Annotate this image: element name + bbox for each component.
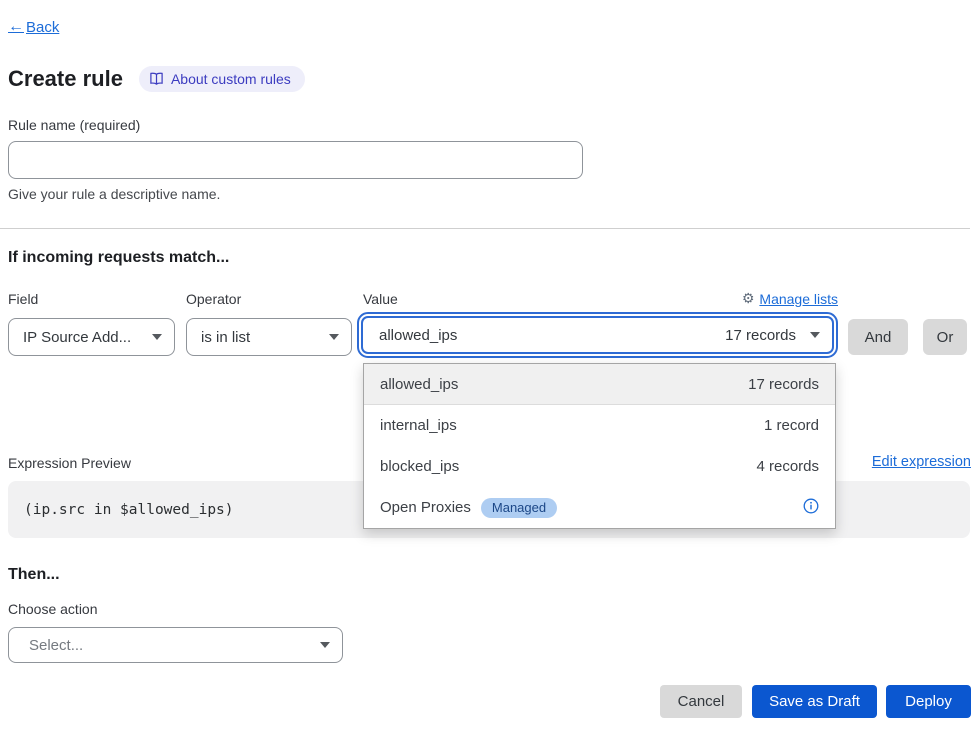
list-item-blocked-ips[interactable]: blocked_ips 4 records — [364, 446, 835, 487]
chevron-down-icon — [329, 334, 339, 340]
chevron-down-icon — [320, 642, 330, 648]
value-select-count: 17 records — [725, 327, 796, 344]
about-badge-label: About custom rules — [171, 71, 291, 87]
chevron-down-icon — [152, 334, 162, 340]
list-item-internal-ips[interactable]: internal_ips 1 record — [364, 405, 835, 446]
gear-icon: ⚙ — [742, 290, 755, 307]
then-section-heading: Then... — [8, 566, 60, 584]
match-section-heading: If incoming requests match... — [8, 249, 229, 267]
choose-action-label: Choose action — [8, 601, 98, 617]
list-item-count: 17 records — [748, 376, 819, 393]
create-rule-page: ← Back Create rule About custom rules Ru… — [0, 0, 979, 739]
about-custom-rules-badge[interactable]: About custom rules — [139, 66, 305, 92]
info-icon[interactable] — [803, 498, 819, 518]
value-select-focus-ring: allowed_ips 17 records — [357, 312, 838, 358]
edit-expression-link[interactable]: Edit expression — [872, 454, 971, 470]
chevron-down-icon — [810, 332, 820, 338]
list-dropdown-panel: allowed_ips 17 records internal_ips 1 re… — [363, 363, 836, 529]
value-select[interactable]: allowed_ips 17 records — [361, 316, 834, 354]
list-item-name: internal_ips — [380, 417, 457, 434]
section-divider — [0, 228, 970, 229]
list-item-name: blocked_ips — [380, 458, 459, 475]
back-link[interactable]: ← Back — [8, 18, 59, 36]
operator-select-value: is in list — [201, 329, 329, 346]
or-button[interactable]: Or — [923, 319, 967, 355]
rule-name-helper-text: Give your rule a descriptive name. — [8, 186, 220, 202]
rule-name-input[interactable] — [8, 141, 583, 179]
operator-select[interactable]: is in list — [186, 318, 352, 356]
field-select-value: IP Source Add... — [23, 329, 152, 346]
title-row: Create rule About custom rules — [8, 66, 305, 92]
action-select-placeholder: Select... — [29, 637, 320, 654]
expression-preview-label: Expression Preview — [8, 455, 131, 471]
back-arrow-icon: ← — [8, 18, 24, 36]
back-link-label: Back — [26, 19, 59, 36]
field-select[interactable]: IP Source Add... — [8, 318, 175, 356]
manage-lists-link[interactable]: ⚙ Manage lists — [742, 290, 838, 307]
list-item-name: Open Proxies — [380, 499, 471, 516]
cancel-button[interactable]: Cancel — [660, 685, 742, 718]
expression-code: (ip.src in $allowed_ips) — [24, 502, 234, 518]
page-title: Create rule — [8, 66, 123, 92]
value-label: Value — [363, 291, 398, 307]
list-item-name: allowed_ips — [380, 376, 458, 393]
list-item-count: 4 records — [756, 458, 819, 475]
save-as-draft-button[interactable]: Save as Draft — [752, 685, 877, 718]
value-select-name: allowed_ips — [379, 327, 725, 344]
list-item-count: 1 record — [764, 417, 819, 434]
list-item-open-proxies[interactable]: Open Proxies Managed — [364, 487, 835, 528]
managed-badge: Managed — [481, 498, 557, 518]
book-icon — [149, 72, 164, 86]
list-item-allowed-ips[interactable]: allowed_ips 17 records — [364, 364, 835, 405]
operator-label: Operator — [186, 291, 241, 307]
rule-name-label: Rule name (required) — [8, 117, 140, 133]
deploy-button[interactable]: Deploy — [886, 685, 971, 718]
manage-lists-label: Manage lists — [759, 291, 838, 307]
and-button[interactable]: And — [848, 319, 908, 355]
field-label: Field — [8, 291, 38, 307]
action-select[interactable]: Select... — [8, 627, 343, 663]
